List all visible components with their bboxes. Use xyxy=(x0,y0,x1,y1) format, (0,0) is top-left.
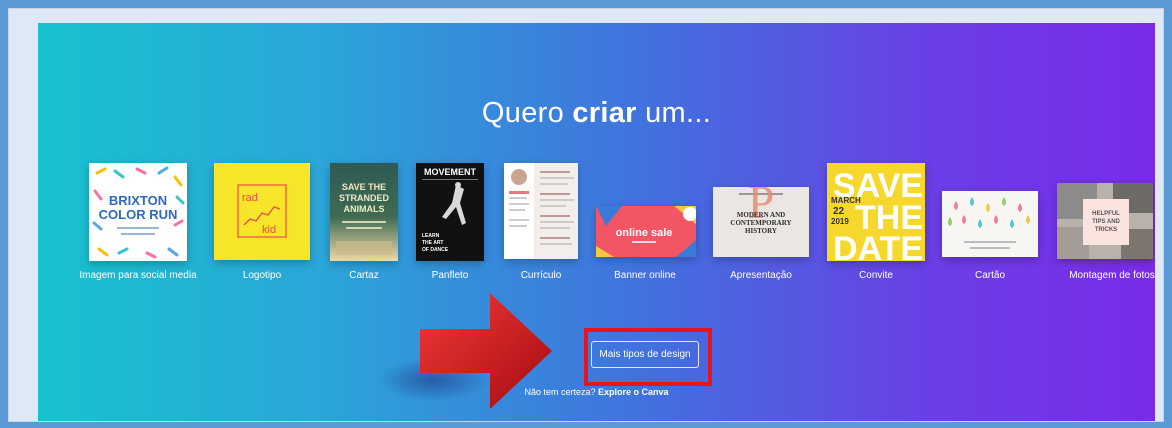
more-design-types-button[interactable]: Mais tipos de design xyxy=(591,341,699,368)
screenshot-frame: Quero criar um... BRIXTON COLOR RUN Imag… xyxy=(8,8,1164,422)
explore-hint: Não tem certeza? Explore o Canva xyxy=(38,387,1155,397)
explore-canva-link[interactable]: Explore o Canva xyxy=(598,387,669,397)
hint-text: Não tem certeza? xyxy=(524,387,598,397)
hero-banner: Quero criar um... BRIXTON COLOR RUN Imag… xyxy=(38,23,1155,421)
